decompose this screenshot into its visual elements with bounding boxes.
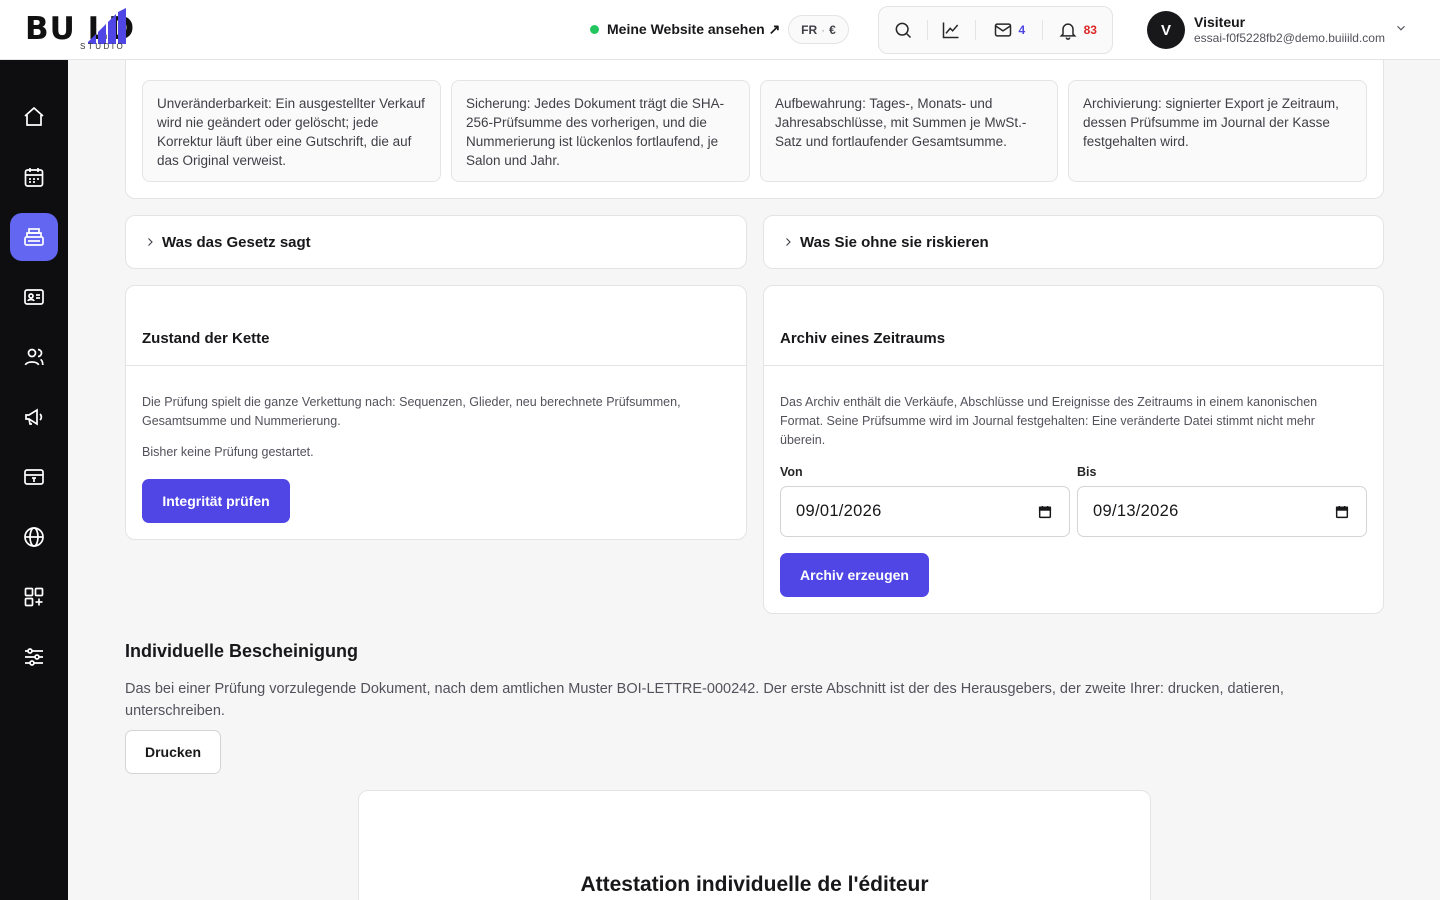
mail-count-badge: 4 [1018,23,1026,37]
apps-add-icon [24,587,44,607]
divider [126,365,746,366]
messages-button[interactable]: 4 [976,7,1041,53]
globe-icon [24,527,44,547]
sidebar-item-clients[interactable] [10,333,58,381]
generate-archive-button[interactable]: Archiv erzeugen [780,553,929,597]
archive-period-panel: Archiv eines Zeitraums Das Archiv enthäl… [763,285,1384,614]
sidebar-item-settings[interactable] [10,633,58,681]
sidebar-item-apps[interactable] [10,573,58,621]
header-toolbar: 4 83 [878,6,1113,54]
accordion-risks-label: Was Sie ohne sie riskieren [800,233,989,251]
sidebar-item-marketing[interactable] [10,393,58,441]
user-name: Visiteur [1194,14,1246,30]
sidebar-item-website[interactable] [10,513,58,561]
sidebar-item-contacts[interactable] [10,273,58,321]
to-date-label: Bis [1077,465,1097,479]
search-icon [895,22,911,39]
chevron-right-icon [786,238,791,246]
online-status-dot [590,24,599,34]
from-date-field[interactable]: 09/01/2026 [780,486,1070,537]
accordion-risks[interactable]: Was Sie ohne sie riskieren [763,215,1384,269]
currency-symbol: € [829,22,836,37]
sidebar-item-home[interactable] [10,93,58,141]
payment-card-icon [24,469,44,485]
certificate-preview: Attestation individuelle de l'éditeur [358,790,1151,900]
top-bar: BU LD STUDIO Meine Website ansehen ↗ FR … [0,0,1440,60]
analytics-button[interactable] [928,7,976,53]
language-code: FR [801,22,818,37]
certificate-title: Individuelle Bescheinigung [125,641,359,661]
view-website-label: Meine Website ansehen ↗ [607,20,781,37]
view-website-link[interactable]: Meine Website ansehen ↗ [590,18,780,40]
avatar: V [1147,11,1185,49]
logo-subtitle: STUDIO [80,42,126,51]
lang-separator: · [821,22,826,37]
chain-title: Zustand der Kette [142,330,270,347]
language-currency-selector[interactable]: FR · € [788,15,849,44]
archive-description: Das Archiv enthält die Verkäufe, Abschlü… [780,395,1318,447]
user-email: essai-f0f5228fb2@demo.buiiild.com [1194,31,1385,45]
search-button[interactable] [879,7,927,53]
bell-icon [1059,23,1077,40]
chart-icon [943,22,959,39]
megaphone-icon [25,408,43,426]
logo-bars-icon [88,8,126,44]
sidebar-item-payments[interactable] [10,453,58,501]
calendar-picker-icon[interactable] [1334,504,1350,520]
certificate-description: Das bei einer Prüfung vorzulegende Dokum… [125,681,1284,719]
archive-title: Archiv eines Zeitraums [780,330,946,347]
accordion-law-label: Was das Gesetz sagt [162,233,311,251]
notifications-button[interactable]: 83 [1043,7,1112,53]
from-date-value: 09/01/2026 [796,502,882,520]
chain-status-panel: Zustand der Kette Die Prüfung spielt die… [125,285,747,540]
home-icon [24,106,44,126]
principle-archiving: Archivierung: signierter Export je Zeitr… [1068,80,1367,182]
principles-card: Unveränderbarkeit: Ein ausgestellter Ver… [125,40,1384,199]
users-icon [24,348,44,366]
user-menu[interactable]: V Visiteur essai-f0f5228fb2@demo.buiiild… [1147,11,1417,49]
chevron-right-icon [148,238,153,246]
to-date-field[interactable]: 09/13/2026 [1077,486,1367,537]
mail-icon [994,23,1011,37]
contact-card-icon [24,289,44,305]
principle-retention: Aufbewahrung: Tages-, Monats- und Jahres… [760,80,1058,182]
notification-count-badge: 83 [1083,23,1097,37]
chain-status-text: Bisher keine Prüfung gestartet. [142,445,314,459]
accordion-law[interactable]: Was das Gesetz sagt [125,215,747,269]
chevron-down-icon [1397,25,1405,31]
verify-integrity-button[interactable]: Integrität prüfen [142,479,290,523]
print-button[interactable]: Drucken [125,730,221,774]
brand-logo[interactable]: BU LD STUDIO [25,8,185,52]
sidebar-item-calendar[interactable] [10,153,58,201]
from-date-label: Von [780,465,803,479]
chain-description: Die Prüfung spielt die ganze Verkettung … [142,395,681,428]
to-date-value: 09/13/2026 [1093,502,1179,520]
principle-security: Sicherung: Jedes Dokument trägt die SHA-… [451,80,750,182]
calendar-icon [24,168,44,187]
certificate-preview-title: Attestation individuelle de l'éditeur [580,873,929,896]
sidebar-item-register[interactable] [10,213,58,261]
sidebar-nav [0,60,68,900]
register-icon [24,228,44,246]
calendar-picker-icon[interactable] [1037,504,1053,520]
sliders-icon [25,648,43,666]
divider [764,365,1383,366]
principle-immutability: Unveränderbarkeit: Ein ausgestellter Ver… [142,80,441,182]
